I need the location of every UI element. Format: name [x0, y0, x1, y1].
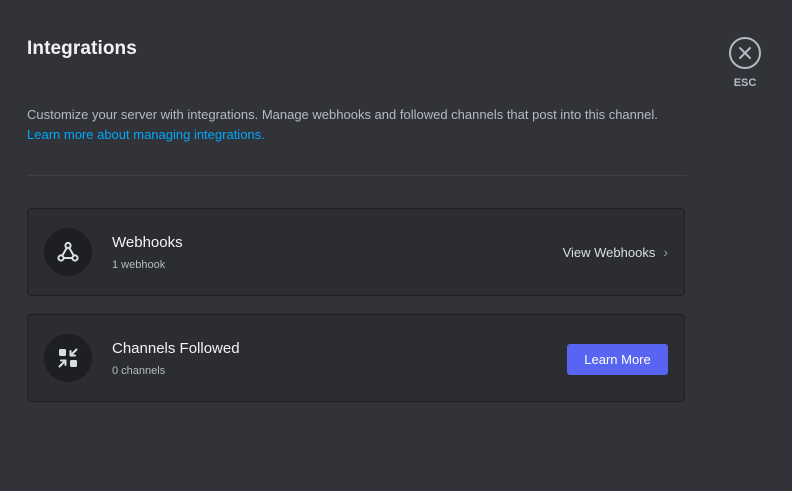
view-webhooks-link[interactable]: View Webhooks › [563, 245, 668, 260]
esc-label: ESC [733, 77, 757, 89]
webhooks-title: Webhooks [112, 234, 183, 251]
learn-more-button[interactable]: Learn More [567, 344, 668, 375]
integrations-page: Integrations Customize your server with … [0, 0, 792, 491]
channels-followed-title: Channels Followed [112, 340, 240, 357]
description-text: Customize your server with integrations.… [27, 107, 658, 122]
webhooks-card[interactable]: Webhooks 1 webhook View Webhooks › [27, 208, 685, 296]
channel-follow-icon [44, 334, 92, 382]
webhook-icon [44, 228, 92, 276]
close-icon [739, 47, 751, 59]
view-webhooks-label: View Webhooks [562, 245, 656, 260]
close-control: ESC [727, 37, 763, 89]
chevron-right-icon: › [663, 244, 668, 260]
channels-followed-count: 0 channels [112, 365, 166, 377]
channels-followed-card: Channels Followed 0 channels Learn More [27, 314, 685, 402]
page-title: Integrations [27, 38, 137, 59]
close-button[interactable] [729, 37, 761, 69]
section-divider [27, 175, 687, 176]
webhooks-count: 1 webhook [112, 259, 166, 271]
page-description: Customize your server with integrations.… [27, 105, 687, 145]
learn-more-integrations-link[interactable]: Learn more about managing integrations. [27, 125, 687, 145]
